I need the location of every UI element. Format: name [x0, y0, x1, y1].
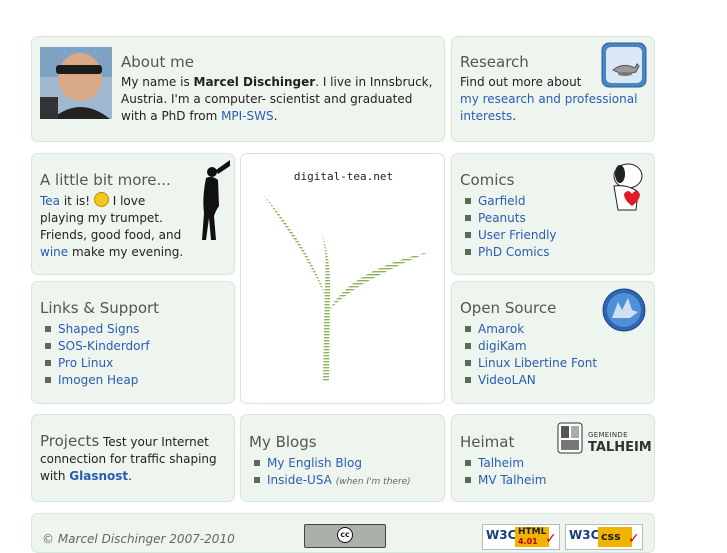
list-item[interactable]: Garfield [460, 193, 557, 210]
list-item[interactable]: VideoLAN [460, 372, 597, 389]
list-item[interactable]: User Friendly [460, 227, 557, 244]
about-title: About me [121, 53, 194, 71]
list-item[interactable]: Amarok [460, 321, 597, 338]
list-item[interactable]: My English Blog [249, 455, 411, 472]
more-panel: A little bit more... Tea it is! I love p… [31, 153, 235, 275]
videolan-link[interactable]: VideoLAN [478, 373, 536, 387]
cc-icon: cc [337, 527, 353, 543]
list-item[interactable]: Peanuts [460, 210, 557, 227]
list-item[interactable]: Imogen Heap [40, 372, 150, 389]
list-item[interactable]: Pro Linux [40, 355, 150, 372]
more-text: Tea it is! I love playing my trumpet. Fr… [40, 192, 192, 261]
html-valid-block: HTML 4.01 [515, 527, 549, 547]
links-title: Links & Support [40, 299, 160, 317]
tea-link[interactable]: Tea [40, 194, 60, 208]
research-text: Find out more about my research and prof… [460, 74, 645, 125]
site-name: digital-tea.net [293, 170, 394, 183]
about-text-1: My name is [121, 75, 194, 89]
wine-link[interactable]: wine [40, 245, 68, 259]
w3c-html-label: HTML [518, 527, 547, 537]
research-title: Research [460, 53, 529, 71]
trumpet-player-icon [196, 158, 232, 242]
heimat-title: Heimat [460, 433, 515, 451]
about-end: . [273, 109, 278, 123]
opensource-panel: Open Source Amarok digiKam Linux Liberti… [451, 281, 655, 404]
list-item[interactable]: PhD Comics [460, 244, 557, 261]
about-text: My name is Marcel Dischinger. I live in … [121, 74, 439, 125]
inside-usa-link[interactable]: Inside-USA [267, 473, 332, 487]
user-friendly-link[interactable]: User Friendly [478, 228, 557, 242]
talheim-logo: GEMEINDE TALHEIM [556, 421, 652, 461]
peanuts-link[interactable]: Peanuts [478, 211, 526, 225]
comics-title: Comics [460, 171, 515, 189]
research-end: . [512, 109, 517, 123]
opensource-title: Open Source [460, 299, 557, 317]
more-text-1: it is! [60, 194, 94, 208]
imogen-heap-link[interactable]: Imogen Heap [58, 373, 138, 387]
talheim-link[interactable]: Talheim [478, 456, 524, 470]
research-lead: Find out more about [460, 75, 582, 89]
w3c-logo-html: W3C [486, 528, 517, 542]
projects-panel: Projects Test your Internet connection f… [31, 414, 235, 502]
snoopy-icon [602, 160, 650, 214]
list-item[interactable]: SOS-Kinderdorf [40, 338, 150, 355]
opensource-list: Amarok digiKam Linux Libertine Font Vide… [460, 321, 597, 389]
list-item[interactable]: digiKam [460, 338, 597, 355]
research-link[interactable]: my research and professional interests [460, 92, 637, 123]
list-item[interactable]: Linux Libertine Font [460, 355, 597, 372]
english-blog-link[interactable]: My English Blog [267, 456, 362, 470]
copyright: © Marcel Dischinger 2007-2010 [42, 532, 235, 546]
libertine-link[interactable]: Linux Libertine Font [478, 356, 597, 370]
pro-linux-link[interactable]: Pro Linux [58, 356, 113, 370]
research-panel: Research Find out more about my research… [451, 36, 655, 142]
about-me-panel: About me My name is Marcel Dischinger. I… [31, 36, 445, 142]
w3c-logo-css: W3C [569, 528, 600, 542]
cc-text: cc [340, 530, 350, 539]
w3c-css-badge[interactable]: W3C css ✓ [565, 524, 643, 550]
projects-text: Projects Test your Internet connection f… [40, 433, 226, 485]
heimat-panel: Heimat GEMEINDE TALHEIM Talheim MV Talhe… [451, 414, 655, 502]
digikam-link[interactable]: digiKam [478, 339, 527, 353]
footer-bar: © Marcel Dischinger 2007-2010 cc W3C HTM… [31, 513, 655, 553]
links-list: Shaped Signs SOS-Kinderdorf Pro Linux Im… [40, 321, 150, 389]
w3c-html-badge[interactable]: W3C HTML 4.01 ✓ [482, 524, 560, 550]
glasnost-link[interactable]: Glasnost [69, 469, 128, 483]
mv-talheim-link[interactable]: MV Talheim [478, 473, 546, 487]
inside-usa-note: (when I'm there) [335, 477, 411, 487]
talheim-logo-small: GEMEINDE [588, 431, 628, 439]
mpi-sws-link[interactable]: MPI-SWS [221, 109, 274, 123]
tea-plant-icon [263, 194, 429, 382]
smiley-icon [93, 192, 109, 207]
list-item[interactable]: Talheim [460, 455, 546, 472]
garfield-link[interactable]: Garfield [478, 194, 525, 208]
amarok-wolf-icon [602, 288, 646, 332]
blogs-list: My English Blog Inside-USA (when I'm the… [249, 455, 411, 491]
css-valid-block: css [598, 527, 632, 547]
list-item[interactable]: MV Talheim [460, 472, 546, 489]
heimat-list: Talheim MV Talheim [460, 455, 546, 489]
about-name: Marcel Dischinger [193, 75, 316, 89]
blogs-panel: My Blogs My English Blog Inside-USA (whe… [240, 414, 445, 502]
w3c-css-label: css [601, 530, 621, 543]
projects-end: . [128, 469, 132, 483]
projects-title: Projects [40, 432, 100, 450]
comics-list: Garfield Peanuts User Friendly PhD Comic… [460, 193, 557, 261]
phd-comics-link[interactable]: PhD Comics [478, 245, 550, 259]
talheim-logo-big: TALHEIM [588, 440, 652, 455]
list-item[interactable]: Shaped Signs [40, 321, 150, 338]
amarok-link[interactable]: Amarok [478, 322, 524, 336]
avatar [40, 47, 112, 119]
blogs-title: My Blogs [249, 433, 317, 451]
cc-badge[interactable]: cc [304, 524, 386, 548]
links-panel: Links & Support Shaped Signs SOS-Kinderd… [31, 281, 235, 404]
more-title: A little bit more... [40, 171, 171, 189]
shaped-signs-link[interactable]: Shaped Signs [58, 322, 139, 336]
comics-panel: Comics Garfield Peanuts User Friendly Ph… [451, 153, 655, 275]
list-item[interactable]: Inside-USA (when I'm there) [249, 472, 411, 491]
center-panel: digital-tea.net [240, 153, 445, 404]
sos-kinderdorf-link[interactable]: SOS-Kinderdorf [58, 339, 150, 353]
talheim-crest-icon [557, 422, 583, 454]
more-text-3: make my evening. [68, 245, 184, 259]
